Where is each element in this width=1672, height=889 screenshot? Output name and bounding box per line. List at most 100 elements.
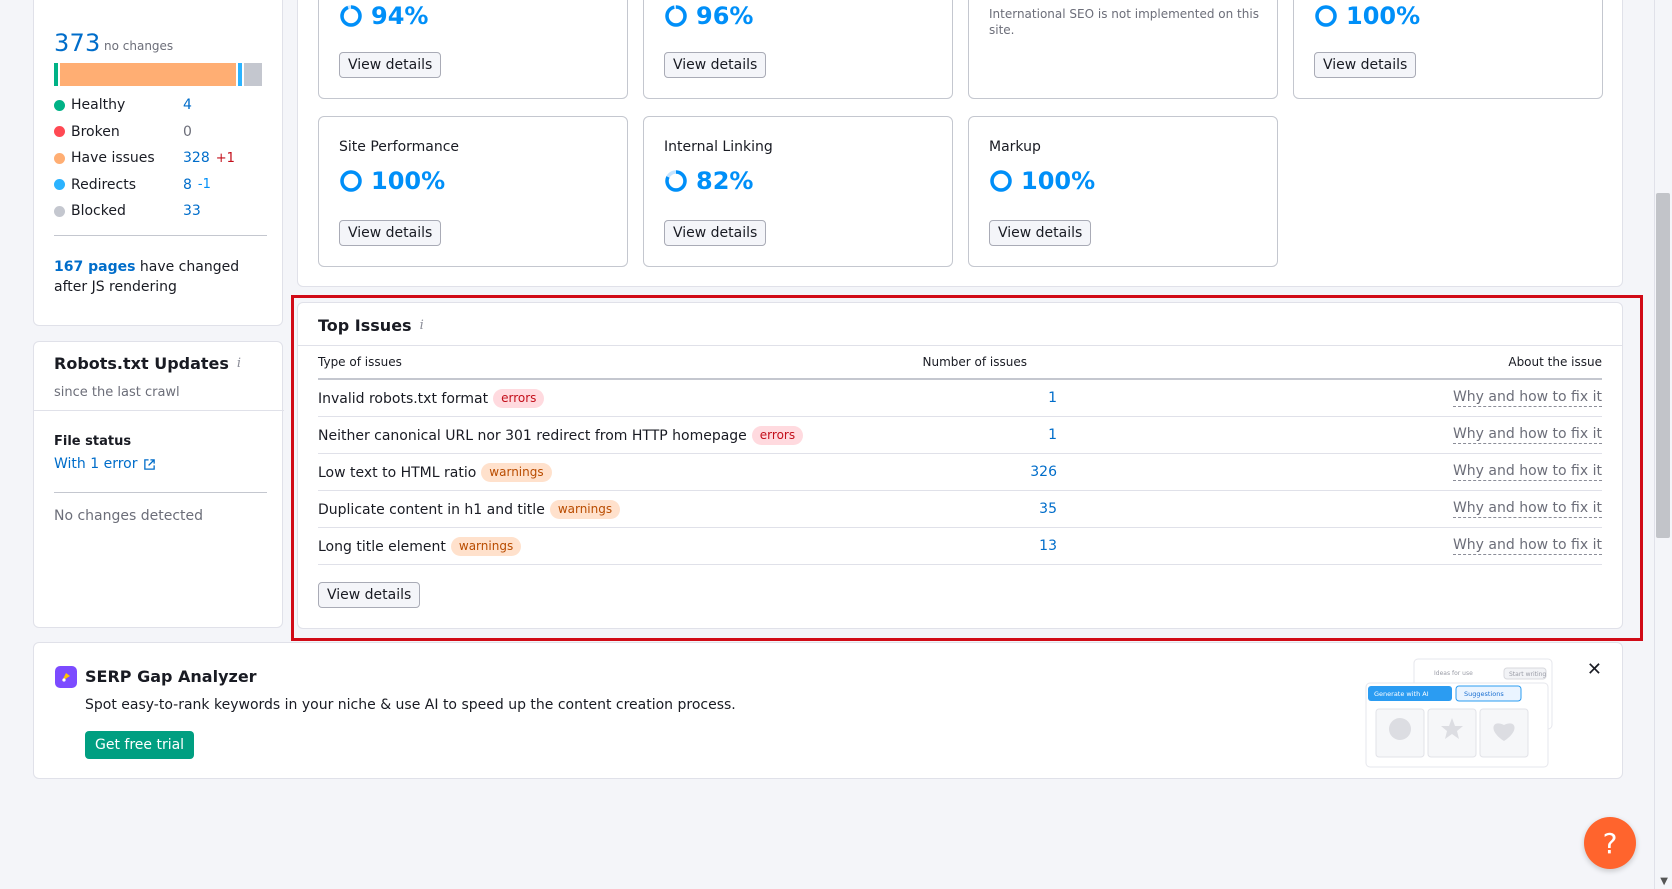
top-issues-title: Top Issues i [318, 316, 424, 335]
illus-ideas-label: Ideas for use [1434, 670, 1473, 677]
bar-segment-healthy[interactable] [54, 63, 58, 86]
serp-gap-banner: SERP Gap Analyzer Spot easy-to-rank keyw… [33, 642, 1623, 779]
score-ring-icon [1315, 5, 1337, 27]
status-row-have-issues: Have issues 328 +1 [54, 148, 235, 168]
scrollbar-thumb[interactable] [1656, 193, 1670, 538]
crawled-pages-total[interactable]: 373 [54, 29, 100, 57]
tile-score: 100% [339, 167, 445, 195]
issue-name: Invalid robots.txt format errors [318, 389, 545, 408]
divider [54, 235, 267, 236]
tile-score: 100% [1314, 2, 1420, 30]
why-fix-link[interactable]: Why and how to fix it [1452, 500, 1602, 518]
bar-segment-blocked[interactable] [244, 63, 262, 86]
issue-name-text[interactable]: Long title element [318, 539, 446, 555]
score-ring-icon [340, 170, 362, 192]
report-tile-1: 94% View details [318, 0, 628, 99]
status-row-broken: Broken 0 [54, 122, 192, 142]
view-details-button[interactable]: View details [664, 52, 767, 78]
tile-score: 100% [989, 167, 1095, 195]
issue-count[interactable]: 1 [1048, 390, 1057, 406]
severity-badge: errors [751, 426, 804, 445]
status-label: Redirects [71, 176, 137, 193]
info-icon[interactable]: i [420, 318, 424, 333]
tile-score-value: 100% [1021, 167, 1096, 195]
robots-title: Robots.txt Updates i [54, 354, 241, 373]
bar-segment-have-issues[interactable] [60, 63, 237, 86]
illus-suggestions-label: Suggestions [1464, 690, 1504, 698]
issue-count[interactable]: 1 [1048, 427, 1057, 443]
scroll-down-arrow-icon[interactable]: ▼ [1660, 876, 1668, 887]
crawled-pages-note: no changes [104, 39, 174, 53]
severity-badge: warnings [481, 463, 552, 482]
issue-count[interactable]: 13 [1039, 538, 1057, 554]
crawled-pages-bar [54, 63, 262, 86]
close-icon[interactable]: ✕ [1587, 659, 1602, 680]
status-row-redirects: Redirects 8 -1 [54, 175, 211, 195]
issue-name: Neither canonical URL nor 301 redirect f… [318, 426, 804, 445]
report-tile-site-performance: Site Performance 100% View details [318, 116, 628, 267]
issue-name-text[interactable]: Low text to HTML ratio [318, 465, 476, 481]
divider [298, 345, 1622, 346]
status-dot-icon [54, 99, 65, 111]
report-tile-4: 100% View details [1293, 0, 1603, 99]
table-row: Duplicate content in h1 and title warning… [318, 491, 1602, 528]
file-status-link[interactable]: With 1 error [54, 456, 156, 472]
js-rendering-note: 167 pages have changed after JS renderin… [54, 257, 269, 297]
report-tile-internal-linking: Internal Linking 82% View details [643, 116, 953, 267]
status-value[interactable]: 328 [183, 150, 210, 166]
column-header-count: Number of issues [922, 355, 1027, 369]
status-label: Healthy [71, 97, 126, 113]
table-row: Long title element warnings 13 Why and ho… [318, 528, 1602, 565]
severity-badge: warnings [549, 500, 621, 519]
why-fix-link[interactable]: Why and how to fix it [1452, 537, 1602, 555]
serp-gap-illustration: Ideas for use Start writing Generate wit… [1365, 658, 1553, 768]
help-button[interactable]: ? [1584, 817, 1636, 869]
issue-count[interactable]: 326 [1030, 464, 1057, 480]
column-header-type: Type of issues [318, 355, 402, 369]
why-fix-link[interactable]: Why and how to fix it [1452, 426, 1602, 444]
crawled-pages-card: 373 no changes Healthy 4 Broken 0 Have issue… [33, 0, 283, 326]
score-ring-icon [665, 5, 687, 27]
view-details-button[interactable]: View details [339, 220, 442, 246]
top-issues-view-details-button[interactable]: View details [318, 582, 421, 608]
tile-score-value: 100% [371, 167, 446, 195]
status-value[interactable]: 33 [183, 203, 201, 219]
table-row: Invalid robots.txt format errors 1 Why an… [318, 380, 1602, 417]
status-value[interactable]: 8 [183, 177, 192, 193]
tile-score-value: 94% [371, 2, 429, 30]
issue-name-text[interactable]: Invalid robots.txt format [318, 391, 488, 407]
issue-count[interactable]: 35 [1039, 501, 1057, 517]
file-status-label: File status [54, 434, 132, 449]
bar-segment-redirects[interactable] [238, 63, 243, 86]
get-free-trial-button[interactable]: Get free trial [85, 731, 195, 759]
report-tile-markup: Markup 100% View details [968, 116, 1278, 267]
issue-name: Low text to HTML ratio warnings [318, 463, 552, 482]
status-label: Broken [71, 123, 120, 140]
status-dot-icon [54, 152, 65, 164]
view-details-button[interactable]: View details [664, 220, 767, 246]
tile-score-value: 96% [696, 2, 754, 30]
tile-score: 94% [339, 2, 428, 30]
robots-subtitle: since the last crawl [54, 385, 180, 400]
serp-gap-logo-icon [55, 666, 77, 688]
score-ring-icon [665, 170, 687, 192]
issue-name-text[interactable]: Duplicate content in h1 and title [318, 502, 545, 518]
view-details-button[interactable]: View details [989, 220, 1092, 246]
report-tile-international-seo: International SEO is not implemented on … [968, 0, 1278, 99]
why-fix-link[interactable]: Why and how to fix it [1452, 389, 1602, 407]
vertical-scrollbar[interactable]: ▼ [1654, 0, 1672, 889]
status-delta: -1 [197, 177, 211, 192]
status-row-healthy: Healthy 4 [54, 95, 192, 115]
issue-name-text[interactable]: Neither canonical URL nor 301 redirect f… [318, 428, 747, 444]
score-ring-icon [340, 5, 362, 27]
js-pages-link[interactable]: 167 pages [54, 259, 135, 275]
status-dot-icon [54, 126, 65, 137]
status-value[interactable]: 4 [183, 97, 192, 113]
why-fix-link[interactable]: Why and how to fix it [1452, 463, 1602, 481]
view-details-button[interactable]: View details [339, 52, 442, 78]
tile-title: Site Performance [339, 139, 460, 155]
table-row: Low text to HTML ratio warnings 326 Why a… [318, 454, 1602, 491]
view-details-button[interactable]: View details [1314, 52, 1417, 78]
issue-name: Long title element warnings [318, 537, 522, 556]
info-icon[interactable]: i [237, 356, 241, 371]
